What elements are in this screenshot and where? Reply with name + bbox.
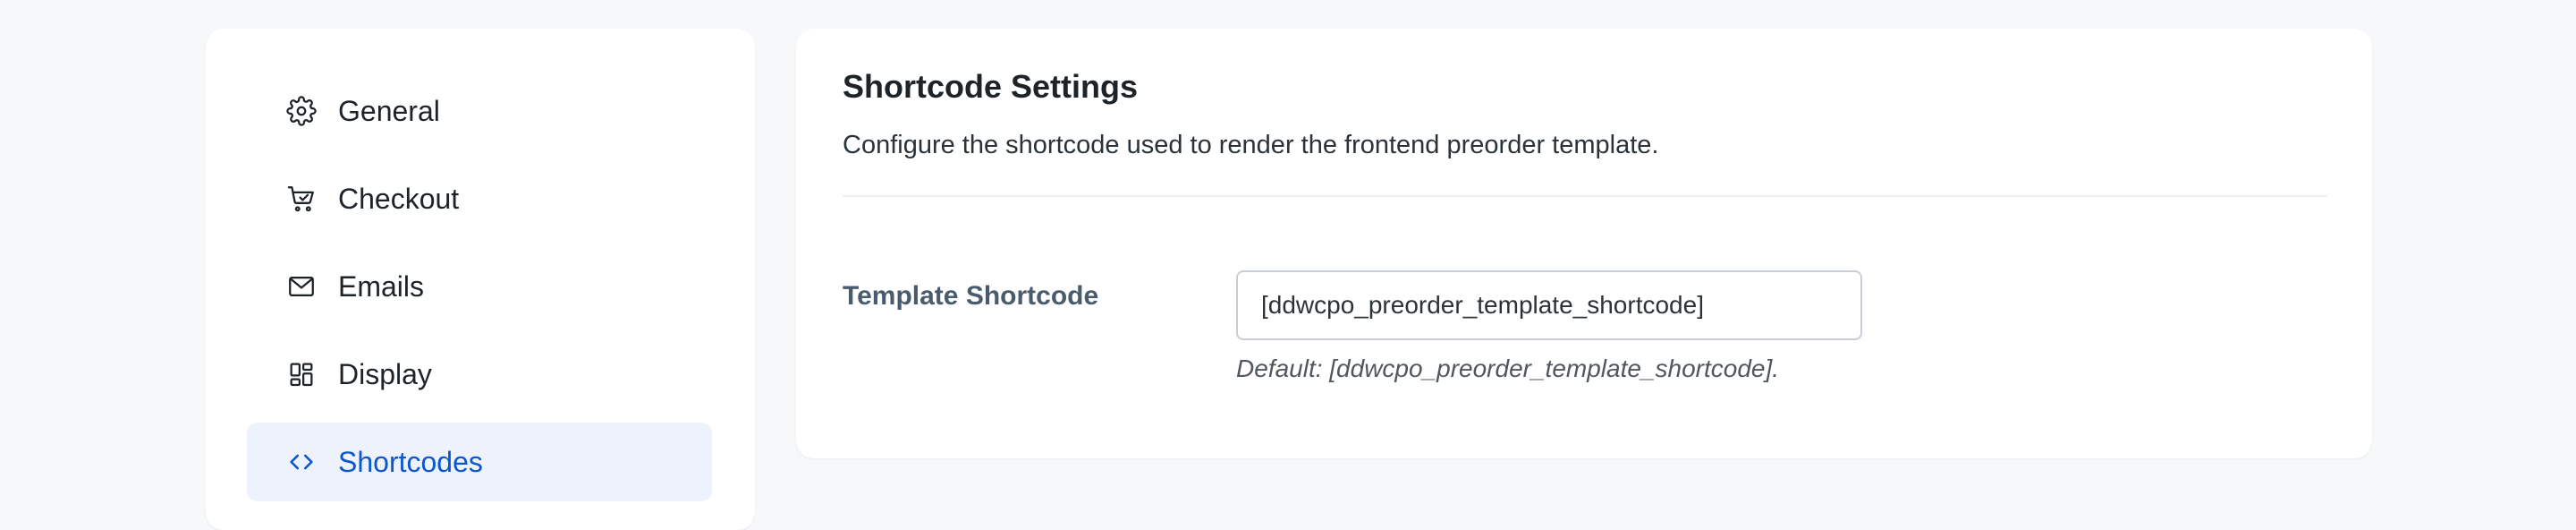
mail-icon <box>286 271 317 302</box>
template-shortcode-help: Default: [ddwcpo_preorder_template_short… <box>1236 355 1780 382</box>
cart-icon <box>286 184 317 214</box>
panel-title: Shortcode Settings <box>843 68 1139 105</box>
template-shortcode-input[interactable] <box>1236 270 1862 340</box>
panel-description: Configure the shortcode used to render t… <box>843 131 1659 159</box>
layout-grid-icon <box>286 359 317 389</box>
gear-icon <box>286 96 317 126</box>
sidebar-item-label: Emails <box>338 269 425 303</box>
template-shortcode-label: Template Shortcode <box>843 281 1099 311</box>
divider <box>843 195 2327 197</box>
sidebar-item-label: Display <box>338 357 432 390</box>
sidebar-item-label: Shortcodes <box>338 445 483 478</box>
sidebar-item-display[interactable]: Display <box>247 335 712 414</box>
sidebar-item-label: Checkout <box>338 182 460 215</box>
sidebar-item-label: General <box>338 94 440 127</box>
shortcode-settings-panel: Shortcode Settings Configure the shortco… <box>796 29 2372 458</box>
sidebar-item-checkout[interactable]: Checkout <box>247 159 712 238</box>
code-icon <box>286 447 317 477</box>
settings-sidebar: General Checkout Emails Display Shortcod… <box>206 29 755 530</box>
sidebar-item-general[interactable]: General <box>247 72 712 150</box>
sidebar-item-emails[interactable]: Emails <box>247 247 712 326</box>
sidebar-item-shortcodes[interactable]: Shortcodes <box>247 423 712 501</box>
